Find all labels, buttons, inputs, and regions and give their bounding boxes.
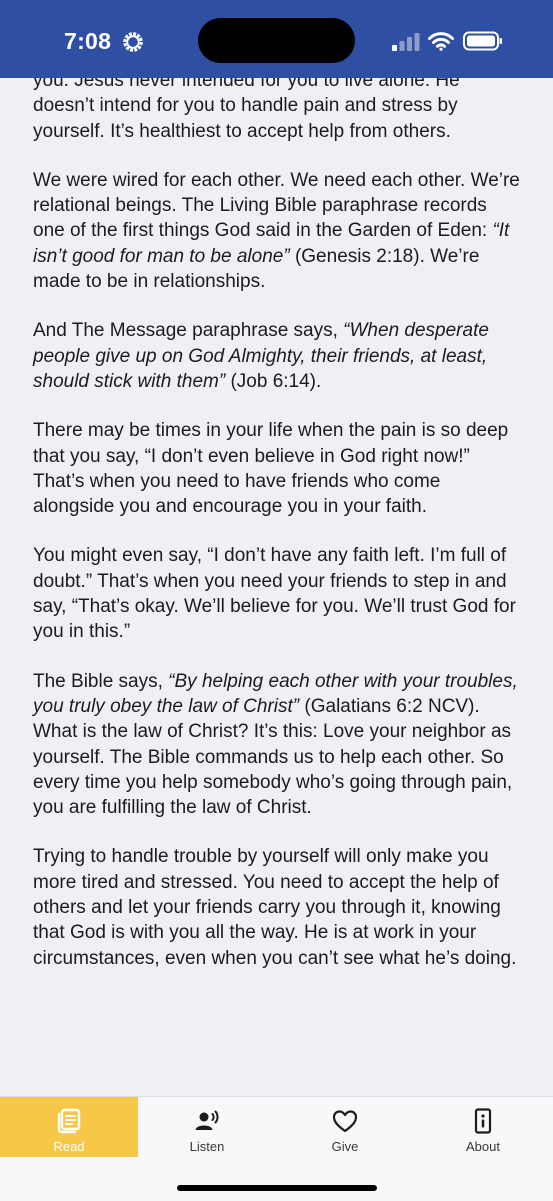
article-paragraph: We were wired for each other. We need ea… bbox=[33, 168, 523, 294]
tab-give[interactable]: Give bbox=[276, 1097, 414, 1157]
heart-icon bbox=[332, 1110, 358, 1133]
tab-about-label: About bbox=[466, 1139, 500, 1154]
tab-give-label: Give bbox=[331, 1139, 359, 1154]
article-paragraph: Trying to handle trouble by yourself wil… bbox=[33, 844, 523, 970]
article-paragraph: You might even say, “I don’t have any fa… bbox=[33, 543, 523, 644]
paragraph-text: We were wired for each other. We need ea… bbox=[33, 169, 520, 242]
paragraph-text: You might even say, “I don’t have any fa… bbox=[33, 545, 516, 643]
tab-listen-label: Listen bbox=[189, 1139, 225, 1154]
battery-icon bbox=[463, 31, 502, 51]
paragraph-text: The Bible says, bbox=[33, 670, 169, 692]
info-icon bbox=[474, 1108, 492, 1134]
paragraph-text: And The Message paraphrase says, bbox=[33, 320, 344, 342]
home-indicator bbox=[177, 1185, 377, 1191]
tab-read[interactable]: Read bbox=[0, 1097, 138, 1157]
article-paragraph: And The Message paraphrase says, “When d… bbox=[33, 318, 523, 394]
article-paragraph: you. Jesus never intended for you to liv… bbox=[33, 78, 523, 144]
book-icon bbox=[57, 1108, 81, 1134]
devotional-content[interactable]: you. Jesus never intended for you to liv… bbox=[0, 78, 553, 1096]
article-body: you. Jesus never intended for you to liv… bbox=[33, 78, 523, 995]
cellular-signal-icon bbox=[392, 33, 420, 51]
status-bar: 7:08 bbox=[0, 0, 553, 78]
settings-gear-icon bbox=[123, 32, 143, 52]
wifi-icon bbox=[428, 32, 454, 51]
speaker-person-icon bbox=[195, 1110, 219, 1130]
paragraph-text: There may be times in your life when the… bbox=[33, 420, 509, 518]
tab-listen[interactable]: Listen bbox=[138, 1097, 276, 1157]
paragraph-text: (Job 6:14). bbox=[225, 370, 322, 392]
tab-about[interactable]: About bbox=[414, 1097, 552, 1157]
tab-read-label: Read bbox=[53, 1139, 85, 1154]
paragraph-text: Trying to handle trouble by yourself wil… bbox=[33, 846, 517, 969]
article-paragraph: There may be times in your life when the… bbox=[33, 418, 523, 519]
article-paragraph: The Bible says, “By helping each other w… bbox=[33, 669, 523, 821]
status-time: 7:08 bbox=[64, 28, 112, 54]
dynamic-island bbox=[198, 18, 355, 63]
